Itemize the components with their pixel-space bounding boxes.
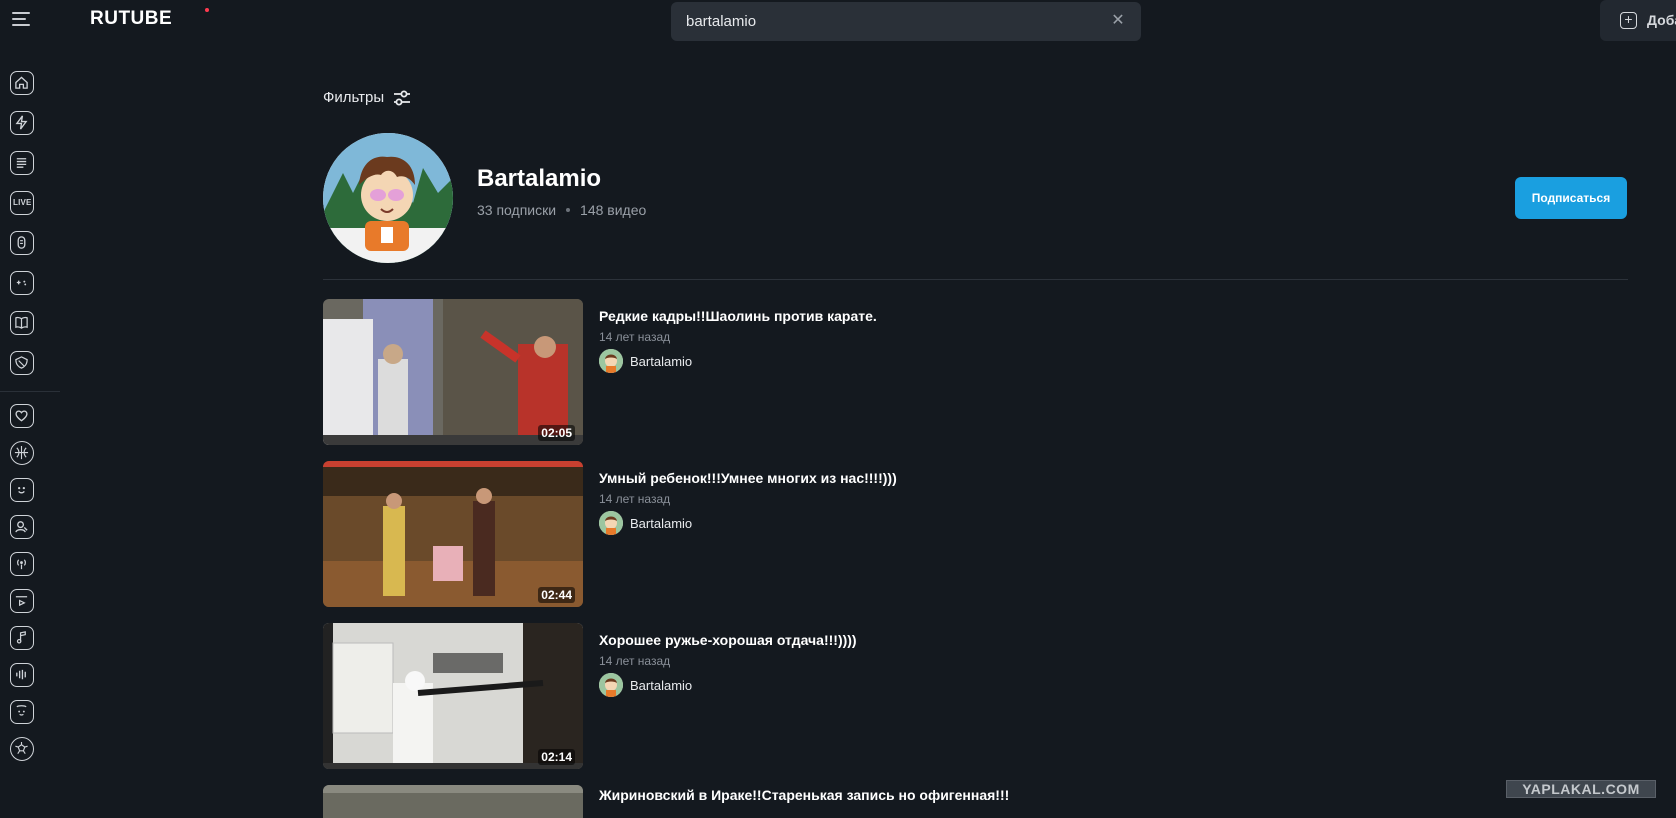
author-name: Bartalamio (630, 354, 693, 369)
author-name: Bartalamio (630, 516, 693, 531)
channel-meta: 33 подписки 148 видео (477, 202, 646, 218)
video-item: Жириновский в Ираке!!Старенькая запись н… (323, 785, 1628, 818)
plus-icon: + (1620, 12, 1637, 29)
video-title[interactable]: Хорошее ружье-хорошая отдача!!!)))) (599, 632, 857, 648)
channel-avatar[interactable] (323, 133, 453, 263)
filters-icon[interactable] (392, 88, 412, 108)
filters-label[interactable]: Фильтры (323, 89, 384, 106)
sidebar-divider (0, 391, 60, 392)
author-avatar (599, 673, 623, 697)
video-thumbnail[interactable]: 02:14 (323, 623, 583, 769)
smile-icon[interactable] (10, 478, 34, 502)
author-avatar (599, 511, 623, 535)
book-icon[interactable] (10, 311, 34, 335)
author-avatar (599, 349, 623, 373)
channel-name: Bartalamio (477, 165, 602, 192)
top-bar: RUTUBE ✕ + Доба (0, 0, 1676, 42)
video-thumbnail[interactable] (323, 785, 583, 818)
video-title[interactable]: Редкие кадры!!Шаолинь против карате. (599, 308, 877, 324)
section-divider (323, 279, 1628, 280)
sport-icon[interactable] (10, 737, 34, 761)
videos-count: 148 видео (580, 202, 647, 218)
live-icon[interactable]: LIVE (10, 191, 34, 215)
subscribers-count: 33 подписки (477, 202, 557, 218)
person-icon[interactable] (10, 515, 34, 539)
video-item: 02:05 Редкие кадры!!Шаолинь против карат… (323, 299, 1628, 445)
logo[interactable]: RUTUBE (90, 8, 172, 30)
broadcast-icon[interactable] (10, 552, 34, 576)
video-duration: 02:14 (538, 749, 575, 765)
live-label: LIVE (13, 198, 32, 207)
lightning-icon[interactable] (10, 111, 34, 135)
add-video-button[interactable]: + Доба (1600, 0, 1676, 41)
video-date: 14 лет назад (599, 330, 671, 344)
podcast-icon[interactable] (10, 231, 34, 255)
video-icon[interactable] (10, 589, 34, 613)
search-input[interactable] (686, 2, 1086, 41)
audio-icon[interactable] (10, 663, 34, 687)
clear-icon[interactable]: ✕ (1109, 12, 1127, 30)
app-root: RUTUBE ✕ + Доба LIVE (0, 0, 1676, 818)
video-item: 02:44 Умный ребенок!!!Умнее многих из на… (323, 461, 1628, 607)
video-date: 14 лет назад (599, 654, 671, 668)
logo-dot (205, 8, 209, 12)
video-title[interactable]: Умный ребенок!!!Умнее многих из нас!!!!)… (599, 470, 897, 486)
music-icon[interactable] (10, 626, 34, 650)
video-thumbnail[interactable]: 02:05 (323, 299, 583, 445)
video-title[interactable]: Жириновский в Ираке!!Старенькая запись н… (599, 787, 1009, 803)
shield-icon[interactable] (10, 351, 34, 375)
search-box: ✕ (671, 2, 1141, 41)
subscribe-button[interactable]: Подписаться (1515, 177, 1627, 219)
add-video-label: Доба (1647, 12, 1676, 28)
news-icon[interactable] (10, 151, 34, 175)
video-thumbnail[interactable]: 02:44 (323, 461, 583, 607)
video-item: 02:14 Хорошее ружье-хорошая отдача!!!)))… (323, 623, 1628, 769)
video-duration: 02:05 (538, 425, 575, 441)
video-duration: 02:44 (538, 587, 575, 603)
home-icon[interactable] (10, 71, 34, 95)
basketball-icon[interactable] (10, 441, 34, 465)
meta-dot (566, 207, 571, 212)
menu-icon[interactable] (12, 12, 30, 28)
gamepad-icon[interactable] (10, 271, 34, 295)
video-date: 14 лет назад (599, 492, 671, 506)
sidebar: LIVE (0, 60, 60, 818)
watermark: YAPLAKAL.COM (1506, 780, 1656, 798)
heart-icon[interactable] (10, 404, 34, 428)
author-name: Bartalamio (630, 678, 693, 693)
kids-icon[interactable] (10, 700, 34, 724)
